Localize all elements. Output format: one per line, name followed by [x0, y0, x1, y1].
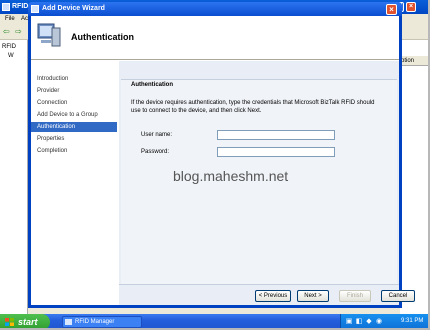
finish-button[interactable]: Finish [339, 290, 371, 302]
close-icon[interactable]: × [386, 4, 397, 15]
add-device-wizard-dialog: Add Device Wizard × Authentication Intro… [28, 2, 415, 308]
desktop-screen: RFID ❐ × File Ac ⇦ ⇨ RFID W ption Add De… [0, 0, 430, 330]
wizard-title: Add Device Wizard [42, 5, 105, 12]
next-button[interactable]: Next > [297, 290, 329, 302]
system-tray: ▣ ◧ ◆ ◉ 9:31 PM [340, 314, 428, 328]
nav-item-authentication[interactable]: Authentication [31, 122, 117, 132]
page-title: Authentication [71, 32, 134, 42]
menu-action[interactable]: Ac [21, 16, 28, 22]
back-arrow-icon[interactable]: ⇦ [3, 28, 13, 36]
close-icon[interactable]: × [406, 2, 416, 12]
wizard-step-nav: Introduction Provider Connection Add Dev… [31, 61, 117, 305]
wizard-body: Authentication Introduction Provider Con… [31, 16, 415, 305]
section-description: If the device requires authentication, t… [131, 100, 375, 114]
wizard-button-bar: < Previous Next > Finish Cancel [119, 284, 415, 305]
start-label: start [18, 317, 38, 327]
username-input[interactable] [217, 130, 335, 140]
section-title: Authentication [131, 82, 173, 88]
wizard-icon [31, 5, 39, 13]
nav-item-properties[interactable]: Properties [35, 134, 117, 144]
wizard-titlebar[interactable]: Add Device Wizard × [28, 2, 402, 16]
menu-file[interactable]: File [5, 16, 15, 22]
background-right-pane: ption [400, 40, 428, 314]
background-tree-pane: RFID W [0, 40, 28, 314]
clock: 9:31 PM [401, 318, 424, 324]
computer-icon [37, 23, 61, 47]
forward-arrow-icon[interactable]: ⇨ [15, 28, 25, 36]
update-icon[interactable]: ◉ [375, 318, 383, 326]
nav-item-connection[interactable]: Connection [35, 98, 117, 108]
volume-icon[interactable]: ◧ [355, 318, 363, 326]
watermark-text: blog.maheshm.net [173, 168, 289, 184]
password-input[interactable] [217, 147, 335, 157]
app-icon [2, 3, 10, 11]
nav-item-completion[interactable]: Completion [35, 146, 117, 156]
taskbar-item-rfid-manager[interactable]: RFID Manager [62, 316, 142, 328]
nav-item-provider[interactable]: Provider [35, 86, 117, 96]
column-header[interactable]: ption [400, 56, 428, 66]
cancel-button[interactable]: Cancel [381, 290, 415, 302]
windows-logo-icon [5, 318, 14, 326]
previous-button[interactable]: < Previous [255, 290, 291, 302]
network-icon[interactable]: ▣ [345, 318, 353, 326]
nav-item-add-device-to-group[interactable]: Add Device to a Group [35, 110, 117, 120]
nav-item-introduction[interactable]: Introduction [35, 74, 117, 84]
app-icon [65, 319, 72, 325]
taskbar: start RFID Manager ▣ ◧ ◆ ◉ 9:31 PM [0, 314, 428, 328]
password-label: Password: [141, 149, 170, 155]
background-window-title: RFID [12, 3, 29, 10]
taskbar-item-label: RFID Manager [75, 319, 115, 325]
username-label: User name: [141, 132, 173, 138]
start-button[interactable]: start [0, 314, 50, 328]
tree-item-w[interactable]: W [8, 53, 14, 59]
wizard-header: Authentication [31, 16, 399, 60]
tree-item-rfid[interactable]: RFID [2, 44, 16, 50]
security-icon[interactable]: ◆ [365, 318, 373, 326]
